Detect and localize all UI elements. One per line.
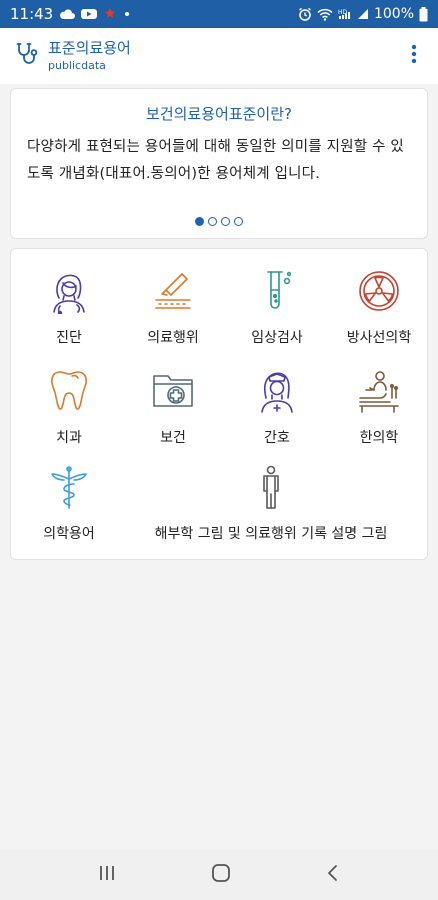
hd-icon: HD (338, 8, 352, 20)
category-oriental-medicine[interactable]: 한의학 (327, 367, 431, 447)
info-carousel-card[interactable]: 보건의료용어표준이란? 다양하게 표현되는 용어들에 대해 동일한 의미를 지원… (10, 88, 428, 239)
scalpel-icon (149, 267, 197, 315)
category-diagnosis[interactable]: 진단 (17, 267, 121, 347)
category-label: 한의학 (359, 430, 399, 446)
radiation-icon (355, 267, 403, 315)
info-title: 보건의료용어표준이란? (146, 105, 292, 123)
category-procedure[interactable]: 의료행위 (121, 267, 225, 347)
nurse-icon (253, 367, 301, 415)
category-grid: 진단 의료행위 임상검사 방사선의학 치과 보건 간호 한의학 의학용어 해부학… (10, 248, 428, 560)
signal-icon (357, 8, 369, 20)
pager-dot[interactable] (234, 217, 243, 226)
human-body-icon (247, 463, 295, 511)
battery-percent: 100% (373, 6, 414, 22)
category-label: 방사선의학 (346, 330, 412, 346)
recent-apps-icon (99, 866, 114, 880)
category-label: 의학용어 (43, 526, 95, 542)
youtube-icon (81, 8, 98, 20)
category-label: 해부학 그림 및 의료행위 기록 설명 그림 (154, 526, 388, 542)
app-icon (103, 7, 117, 21)
category-anatomy-illustrations[interactable]: 해부학 그림 및 의료행위 기록 설명 그림 (121, 463, 421, 543)
tooth-icon (45, 367, 93, 415)
category-clinical-test[interactable]: 임상검사 (225, 267, 329, 347)
category-label: 보건 (160, 430, 186, 446)
category-health[interactable]: 보건 (121, 367, 225, 447)
pager-dot[interactable] (195, 217, 204, 226)
medical-folder-icon (149, 367, 197, 415)
doctor-icon (45, 267, 93, 315)
cloud-icon (59, 8, 76, 20)
category-label: 진단 (56, 330, 82, 346)
home-button[interactable] (210, 862, 232, 888)
system-nav-bar (0, 850, 438, 900)
test-tube-icon (253, 267, 301, 315)
category-medical-terms[interactable]: 의학용어 (17, 463, 121, 543)
info-body: 다양하게 표현되는 용어들에 대해 동일한 의미를 지원할 수 있도록 개념화(… (27, 139, 404, 182)
category-label: 임상검사 (251, 330, 303, 346)
category-label: 의료행위 (147, 330, 199, 346)
caduceus-icon (45, 463, 93, 511)
app-title: 표준의료용어 (48, 39, 131, 57)
category-radiology[interactable]: 방사선의학 (327, 267, 431, 347)
pager-dot[interactable] (221, 217, 230, 226)
pager-dot[interactable] (208, 217, 217, 226)
stethoscope-icon (14, 41, 40, 71)
category-label: 간호 (264, 430, 290, 446)
home-icon (212, 864, 230, 882)
battery-icon (419, 6, 428, 22)
back-button[interactable] (325, 863, 341, 887)
status-bar: 11:43 HD 100% (0, 0, 438, 28)
app-bar: 표준의료용어 publicdata (0, 28, 438, 84)
more-menu-button[interactable] (404, 41, 424, 71)
category-nursing[interactable]: 간호 (225, 367, 329, 447)
alarm-icon (298, 7, 312, 21)
recent-apps-button[interactable] (97, 864, 117, 886)
app-subtitle: publicdata (48, 59, 106, 72)
carousel-pager (11, 217, 427, 226)
back-icon (328, 865, 338, 881)
dot-icon (123, 10, 131, 18)
more-vert-icon (411, 44, 417, 68)
clock: 11:43 (10, 5, 54, 23)
category-label: 치과 (56, 430, 82, 446)
category-dentistry[interactable]: 치과 (17, 367, 121, 447)
acupuncture-icon (355, 367, 403, 415)
wifi-icon (317, 8, 333, 21)
